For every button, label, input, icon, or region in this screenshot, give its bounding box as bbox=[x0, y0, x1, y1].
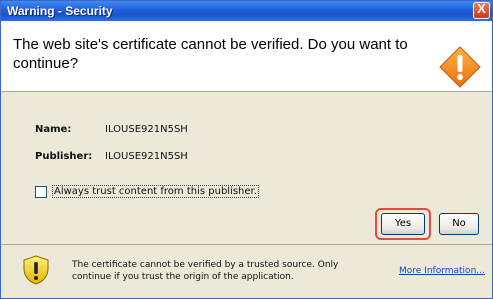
title-bar: Warning - Security X bbox=[1, 1, 492, 21]
dialog-footer: The certificate cannot be verified by a … bbox=[1, 245, 492, 298]
always-trust-label[interactable]: Always trust content from this publisher… bbox=[52, 185, 259, 198]
more-information-link[interactable]: More Information... bbox=[399, 266, 485, 276]
close-icon: X bbox=[477, 1, 486, 16]
dialog-body: Name: ILOUSE921N5SH Publisher: ILOUSE921… bbox=[1, 92, 492, 244]
name-label: Name: bbox=[35, 124, 72, 135]
no-button[interactable]: No bbox=[439, 213, 479, 235]
yellow-shield-icon bbox=[23, 255, 49, 285]
window-title: Warning - Security bbox=[7, 4, 113, 18]
close-button[interactable]: X bbox=[473, 1, 490, 19]
yes-button[interactable]: Yes bbox=[381, 213, 425, 235]
header-message: The web site's certificate cannot be ver… bbox=[13, 36, 408, 72]
publisher-label: Publisher: bbox=[35, 151, 93, 162]
name-value: ILOUSE921N5SH bbox=[105, 124, 188, 135]
always-trust-checkbox[interactable] bbox=[35, 186, 47, 198]
publisher-value: ILOUSE921N5SH bbox=[105, 151, 188, 162]
footer-message: The certificate cannot be verified by a … bbox=[72, 260, 339, 282]
warning-diamond-icon bbox=[439, 46, 481, 88]
security-warning-dialog: Warning - Security X The web site's cert… bbox=[0, 0, 493, 299]
dialog-header: The web site's certificate cannot be ver… bbox=[1, 21, 492, 92]
